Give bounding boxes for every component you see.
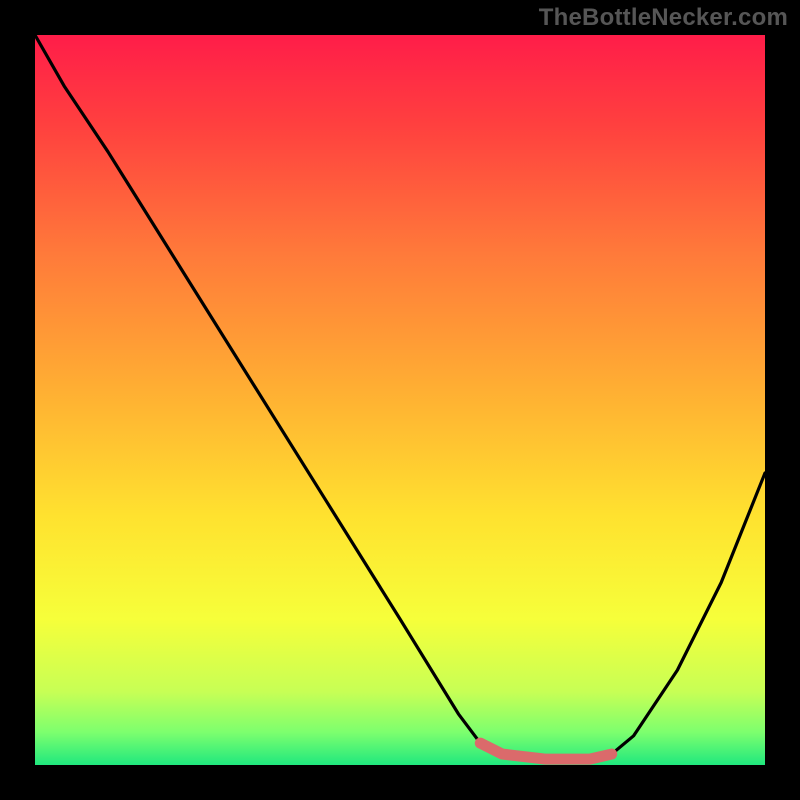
plot-background [35,35,765,765]
watermark-text: TheBottleNecker.com [539,4,788,32]
chart-frame: TheBottleNecker.com [0,0,800,800]
bottleneck-chart [0,0,800,800]
